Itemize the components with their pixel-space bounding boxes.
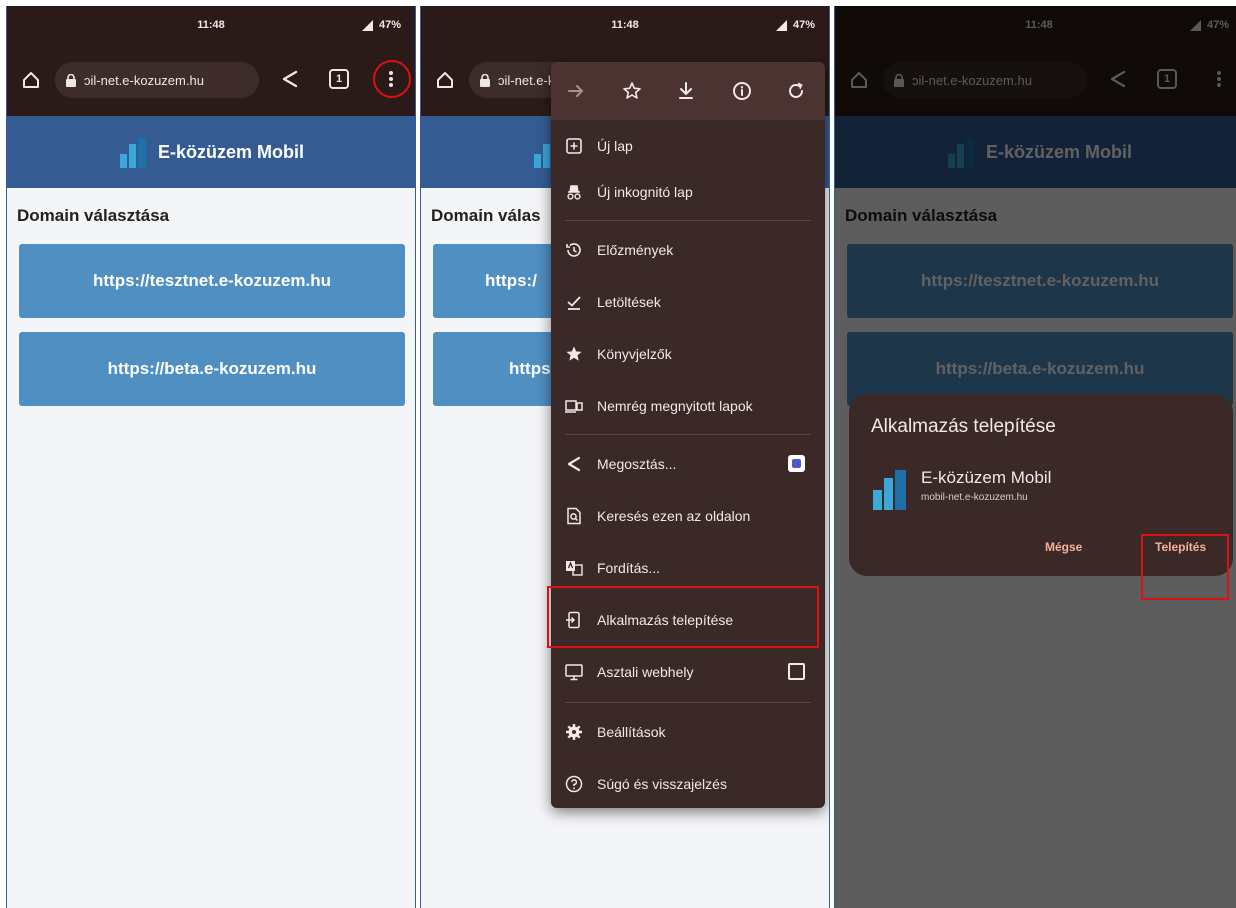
share-icon[interactable] — [279, 68, 301, 90]
menu-item-incognito[interactable]: Új inkognitó lap — [551, 170, 825, 214]
menu-item-history[interactable]: Előzmények — [551, 228, 825, 272]
new-tab-icon — [566, 138, 582, 154]
menu-item-label: Beállítások — [597, 724, 666, 740]
highlight-install-button — [1141, 534, 1229, 600]
desktop-icon — [565, 664, 583, 681]
share-icon — [567, 456, 581, 472]
menu-item-label: Fordítás... — [597, 560, 661, 576]
status-time: 11:48 — [197, 19, 225, 31]
domain-button-tesztnet[interactable]: https://tesztnet.e-kozuzem.hu — [19, 244, 405, 318]
browser-toolbar: ɔil-net.e-kozuzem.hu 1 — [7, 44, 415, 116]
menu-item-settings[interactable]: Beállítások — [551, 710, 825, 754]
menu-item-label: Új inkognitó lap — [597, 184, 693, 200]
menu-item-label: Asztali webhely — [597, 664, 694, 680]
teams-app-icon[interactable] — [788, 455, 805, 472]
star-icon — [566, 346, 582, 361]
menu-item-label: Súgó és visszajelzés — [597, 776, 727, 792]
menu-item-desktop-site[interactable]: Asztali webhely — [551, 650, 825, 694]
menu-item-recent-tabs[interactable]: Nemrég megnyitott lapok — [551, 384, 825, 428]
menu-item-label: Nemrég megnyitott lapok — [597, 398, 753, 414]
menu-item-label: Új lap — [597, 138, 633, 154]
status-indicators: 47% — [361, 19, 401, 31]
download-icon[interactable] — [675, 80, 697, 102]
help-icon — [565, 775, 583, 793]
menu-item-label: Előzmények — [597, 242, 674, 258]
signal-icon — [361, 19, 373, 31]
menu-action-row — [551, 62, 825, 120]
home-icon[interactable] — [435, 70, 455, 90]
status-time: 11:48 — [611, 19, 639, 31]
panel-install-dialog: 11:48 47% ɔil-net.e-kozuzem.hu 1 E-közüz… — [834, 6, 1236, 908]
app-logo-icon — [873, 470, 906, 510]
battery-level: 47% — [378, 19, 401, 31]
forward-icon[interactable] — [565, 80, 587, 102]
menu-item-translate[interactable]: Fordítás... — [551, 546, 825, 590]
translate-icon — [566, 561, 583, 576]
find-in-page-icon — [567, 507, 581, 525]
lock-icon — [66, 73, 76, 87]
panel-menu-open: 11:48 47% ɔil-net.e-kozuzem.hu E-közüzem… — [420, 6, 830, 908]
panel-browser: 11:48 47% ɔil-net.e-kozuzem.hu 1 E-közüz… — [6, 6, 416, 908]
highlight-install-item — [547, 586, 819, 648]
menu-item-downloads[interactable]: Letöltések — [551, 280, 825, 324]
battery-level: 47% — [792, 19, 815, 31]
overflow-menu: Új lap Új inkognitó lap Előzmények Letöl… — [551, 62, 825, 808]
signal-icon — [775, 19, 787, 31]
app-logo-icon — [119, 138, 146, 168]
app-header: E-közüzem Mobil — [7, 116, 415, 188]
menu-item-share[interactable]: Megosztás... — [551, 442, 825, 486]
app-title: E-közüzem Mobil — [157, 141, 304, 162]
settings-icon — [566, 724, 582, 740]
lock-icon — [480, 73, 490, 87]
downloads-icon — [567, 296, 581, 310]
menu-divider — [565, 220, 811, 221]
page-content: Domain választása https://tesztnet.e-koz… — [7, 188, 415, 908]
status-bar: 11:48 47% — [7, 6, 415, 44]
dialog-app-url: mobil-net.e-kozuzem.hu — [921, 492, 1028, 503]
incognito-icon — [567, 185, 581, 200]
dialog-app-name: E-közüzem Mobil — [921, 468, 1052, 487]
desktop-site-checkbox[interactable] — [788, 663, 805, 680]
bookmark-star-icon[interactable] — [621, 80, 643, 102]
screenshot-stage: 11:48 47% ɔil-net.e-kozuzem.hu 1 E-közüz… — [0, 0, 1236, 908]
menu-item-bookmarks[interactable]: Könyvjelzők — [551, 332, 825, 376]
section-title: Domain választása — [17, 206, 170, 225]
menu-divider — [565, 434, 811, 435]
menu-divider — [565, 702, 811, 703]
home-icon[interactable] — [21, 70, 41, 90]
status-bar: 11:48 47% — [421, 6, 829, 44]
menu-item-help[interactable]: Súgó és visszajelzés — [551, 762, 825, 806]
address-text: ɔil-net.e-kozuzem.hu — [84, 72, 204, 88]
menu-item-label: Letöltések — [597, 294, 661, 310]
dialog-title: Alkalmazás telepítése — [871, 416, 1056, 437]
menu-item-label: Könyvjelzők — [597, 346, 672, 362]
tab-switcher-button[interactable]: 1 — [329, 69, 349, 89]
address-bar[interactable]: ɔil-net.e-kozuzem.hu — [55, 62, 259, 98]
menu-item-label: Megosztás... — [597, 456, 677, 472]
menu-item-find-in-page[interactable]: Keresés ezen az oldalon — [551, 494, 825, 538]
menu-item-new-tab[interactable]: Új lap — [551, 124, 825, 168]
recent-tabs-icon — [565, 400, 583, 413]
section-title: Domain válas — [431, 206, 541, 225]
highlight-circle — [373, 60, 411, 98]
cancel-button[interactable]: Mégse — [1045, 540, 1082, 554]
refresh-icon[interactable] — [785, 80, 807, 102]
status-indicators: 47% — [775, 19, 815, 31]
history-icon — [566, 243, 581, 257]
domain-button-beta[interactable]: https://beta.e-kozuzem.hu — [19, 332, 405, 406]
info-icon[interactable] — [731, 80, 753, 102]
menu-item-label: Keresés ezen az oldalon — [597, 508, 751, 524]
